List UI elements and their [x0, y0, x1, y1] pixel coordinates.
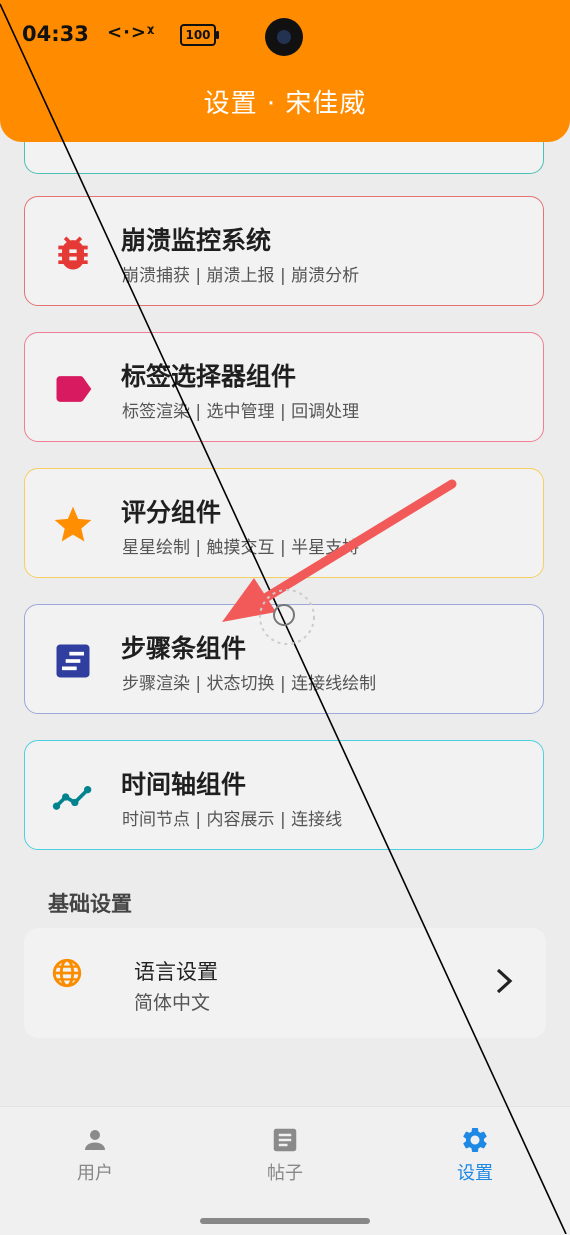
label-icon	[56, 376, 92, 402]
steps-icon	[56, 644, 90, 678]
signal-icon: <·>ᵡ	[107, 22, 156, 43]
page-title: 设置 · 宋佳威	[203, 89, 367, 119]
section-title-basic: 基础设置	[48, 892, 132, 916]
bug-icon	[58, 236, 88, 270]
card-title: 崩溃监控系统	[121, 226, 272, 255]
card-title: 标签选择器组件	[121, 362, 297, 391]
timeline-icon	[52, 786, 92, 810]
star-icon	[54, 506, 92, 542]
card-rating[interactable]: 评分组件 星星绘制 | 触摸交互 | 半星支持	[24, 468, 544, 578]
card-title: 时间轴组件	[121, 770, 247, 799]
gear-icon	[463, 1128, 487, 1152]
language-setting-row[interactable]: 语言设置 简体中文	[24, 928, 546, 1038]
card-subtitle: 崩溃捕获 | 崩溃上报 | 崩溃分析	[122, 266, 360, 286]
language-title: 语言设置	[134, 960, 218, 984]
status-time: 04:33	[22, 22, 89, 46]
globe-icon	[52, 958, 82, 988]
bottom-navigation: 用户 帖子 设置	[0, 1106, 570, 1235]
camera-cutout	[265, 18, 303, 56]
card-title: 步骤条组件	[121, 634, 247, 663]
tab-settings[interactable]: 设置	[420, 1125, 530, 1185]
tab-label: 帖子	[267, 1163, 303, 1184]
card-timeline[interactable]: 时间轴组件 时间节点 | 内容展示 | 连接线	[24, 740, 544, 850]
tab-user[interactable]: 用户	[40, 1125, 150, 1185]
card-subtitle: 星星绘制 | 触摸交互 | 半星支持	[122, 538, 360, 558]
battery-icon: 100	[180, 24, 219, 46]
card-title: 评分组件	[121, 498, 222, 527]
tab-label: 设置	[457, 1163, 493, 1184]
card-steps[interactable]: 步骤条组件 步骤渲染 | 状态切换 | 连接线绘制	[24, 604, 544, 714]
chevron-right-icon	[496, 968, 513, 994]
home-indicator[interactable]	[200, 1218, 370, 1224]
card-subtitle: 时间节点 | 内容展示 | 连接线	[122, 810, 343, 830]
tab-label: 用户	[77, 1163, 113, 1184]
article-icon	[273, 1128, 297, 1152]
card-subtitle: 步骤渲染 | 状态切换 | 连接线绘制	[122, 674, 377, 694]
card-subtitle: 标签渲染 | 选中管理 | 回调处理	[122, 402, 360, 422]
card-tag-selector[interactable]: 标签选择器组件 标签渲染 | 选中管理 | 回调处理	[24, 332, 544, 442]
tab-posts[interactable]: 帖子	[230, 1125, 340, 1185]
language-value: 简体中文	[134, 992, 211, 1014]
card-crash-monitor[interactable]: 崩溃监控系统 崩溃捕获 | 崩溃上报 | 崩溃分析	[24, 196, 544, 306]
person-icon	[85, 1130, 105, 1150]
app-header: 04:33 <·>ᵡ 100 设置 · 宋佳威	[0, 0, 570, 142]
